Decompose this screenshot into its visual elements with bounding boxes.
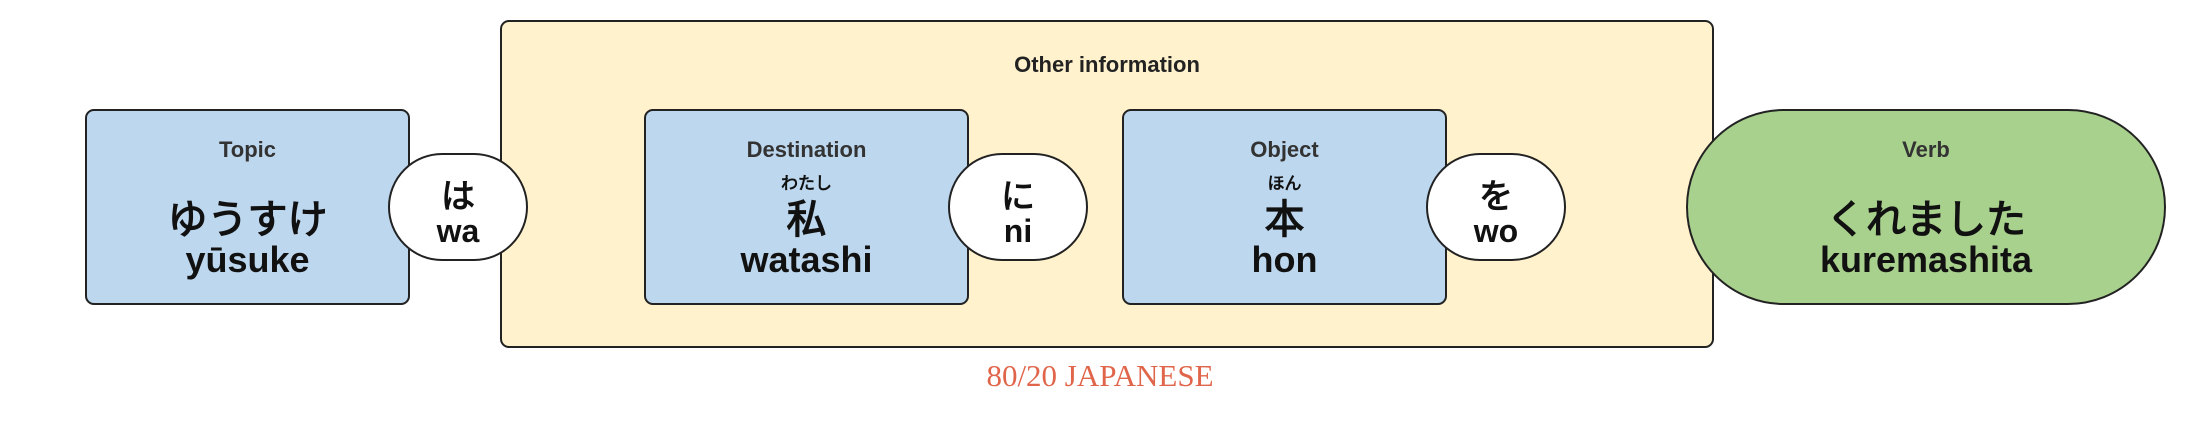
particle-wo: を wo bbox=[1426, 153, 1566, 261]
topic-box: Topic ゆうすけ yūsuke bbox=[85, 109, 410, 305]
topic-label: Topic bbox=[218, 137, 277, 162]
destination-romaji: watashi bbox=[740, 239, 873, 280]
object-box: Object ほん 本 hon bbox=[1122, 109, 1447, 305]
destination-kanji: 私 bbox=[786, 197, 827, 243]
topic-kana: ゆうすけ bbox=[167, 197, 328, 243]
object-romaji: hon bbox=[1251, 239, 1318, 280]
object-kanji: 本 bbox=[1264, 197, 1305, 243]
logo-text: 80/20 JAPANESE bbox=[986, 358, 1214, 393]
particle-ni: に ni bbox=[948, 153, 1088, 261]
particle-wa: は wa bbox=[388, 153, 528, 261]
particle-wo-kana: を bbox=[1479, 177, 1513, 217]
particle-ni-romaji: ni bbox=[1003, 213, 1033, 249]
verb-romaji: kuremashita bbox=[1819, 239, 2033, 280]
particle-wo-romaji: wo bbox=[1473, 213, 1519, 249]
destination-label: Destination bbox=[746, 137, 867, 162]
verb-kana: くれました bbox=[1826, 197, 2026, 243]
destination-box: Destination わたし 私 watashi bbox=[644, 109, 969, 305]
verb-label: Verb bbox=[1902, 137, 1950, 162]
topic-romaji: yūsuke bbox=[185, 239, 310, 280]
particle-wa-romaji: wa bbox=[436, 213, 480, 249]
object-label: Object bbox=[1250, 137, 1319, 162]
particle-wa-kana: は bbox=[441, 177, 475, 217]
group-title: Other information bbox=[1014, 52, 1200, 77]
verb-box: Verb くれました kuremashita bbox=[1686, 109, 2166, 305]
particle-ni-kana: に bbox=[1001, 177, 1035, 217]
